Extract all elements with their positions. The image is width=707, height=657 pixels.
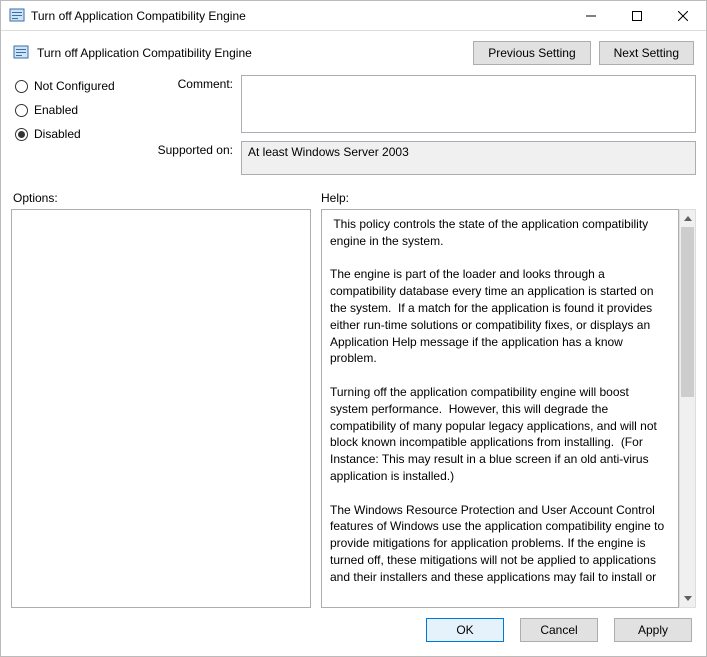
radio-label: Enabled bbox=[34, 103, 78, 117]
comment-row: Comment: bbox=[151, 75, 696, 133]
options-box bbox=[11, 209, 311, 608]
header-row: Turn off Application Compatibility Engin… bbox=[13, 41, 694, 65]
options-label: Options: bbox=[11, 191, 321, 205]
policy-icon bbox=[13, 45, 29, 61]
close-button[interactable] bbox=[660, 1, 706, 31]
next-setting-button[interactable]: Next Setting bbox=[599, 41, 694, 65]
content-area: Turn off Application Compatibility Engin… bbox=[1, 31, 706, 656]
app-icon bbox=[9, 8, 25, 24]
radio-not-configured[interactable]: Not Configured bbox=[15, 79, 151, 93]
radio-indicator bbox=[15, 80, 28, 93]
help-scrollbar[interactable] bbox=[679, 209, 696, 608]
radio-label: Disabled bbox=[34, 127, 81, 141]
comment-textarea[interactable] bbox=[241, 75, 696, 133]
minimize-button[interactable] bbox=[568, 1, 614, 31]
scroll-down-button[interactable] bbox=[680, 590, 695, 607]
lower-section: This policy controls the state of the ap… bbox=[11, 209, 696, 608]
title-bar: Turn off Application Compatibility Engin… bbox=[1, 1, 706, 31]
scroll-thumb[interactable] bbox=[681, 227, 694, 397]
right-fields: Comment: Supported on: At least Windows … bbox=[151, 75, 696, 175]
policy-title: Turn off Application Compatibility Engin… bbox=[37, 46, 465, 60]
state-radio-group: Not Configured Enabled Disabled bbox=[11, 75, 151, 175]
scroll-track[interactable] bbox=[680, 227, 695, 590]
comment-label: Comment: bbox=[151, 75, 241, 133]
lower-labels: Options: Help: bbox=[11, 191, 696, 205]
radio-enabled[interactable]: Enabled bbox=[15, 103, 151, 117]
supported-label: Supported on: bbox=[151, 141, 241, 175]
ok-button[interactable]: OK bbox=[426, 618, 504, 642]
supported-value: At least Windows Server 2003 bbox=[241, 141, 696, 175]
radio-indicator bbox=[15, 104, 28, 117]
previous-setting-button[interactable]: Previous Setting bbox=[473, 41, 590, 65]
upper-section: Not Configured Enabled Disabled Comment:… bbox=[11, 75, 696, 175]
apply-button[interactable]: Apply bbox=[614, 618, 692, 642]
supported-row: Supported on: At least Windows Server 20… bbox=[151, 141, 696, 175]
radio-disabled[interactable]: Disabled bbox=[15, 127, 151, 141]
help-label: Help: bbox=[321, 191, 696, 205]
footer-buttons: OK Cancel Apply bbox=[11, 608, 696, 648]
radio-indicator bbox=[15, 128, 28, 141]
help-text: This policy controls the state of the ap… bbox=[321, 209, 679, 608]
window-title: Turn off Application Compatibility Engin… bbox=[31, 9, 568, 23]
radio-label: Not Configured bbox=[34, 79, 115, 93]
cancel-button[interactable]: Cancel bbox=[520, 618, 598, 642]
help-wrap: This policy controls the state of the ap… bbox=[321, 209, 696, 608]
maximize-button[interactable] bbox=[614, 1, 660, 31]
scroll-up-button[interactable] bbox=[680, 210, 695, 227]
